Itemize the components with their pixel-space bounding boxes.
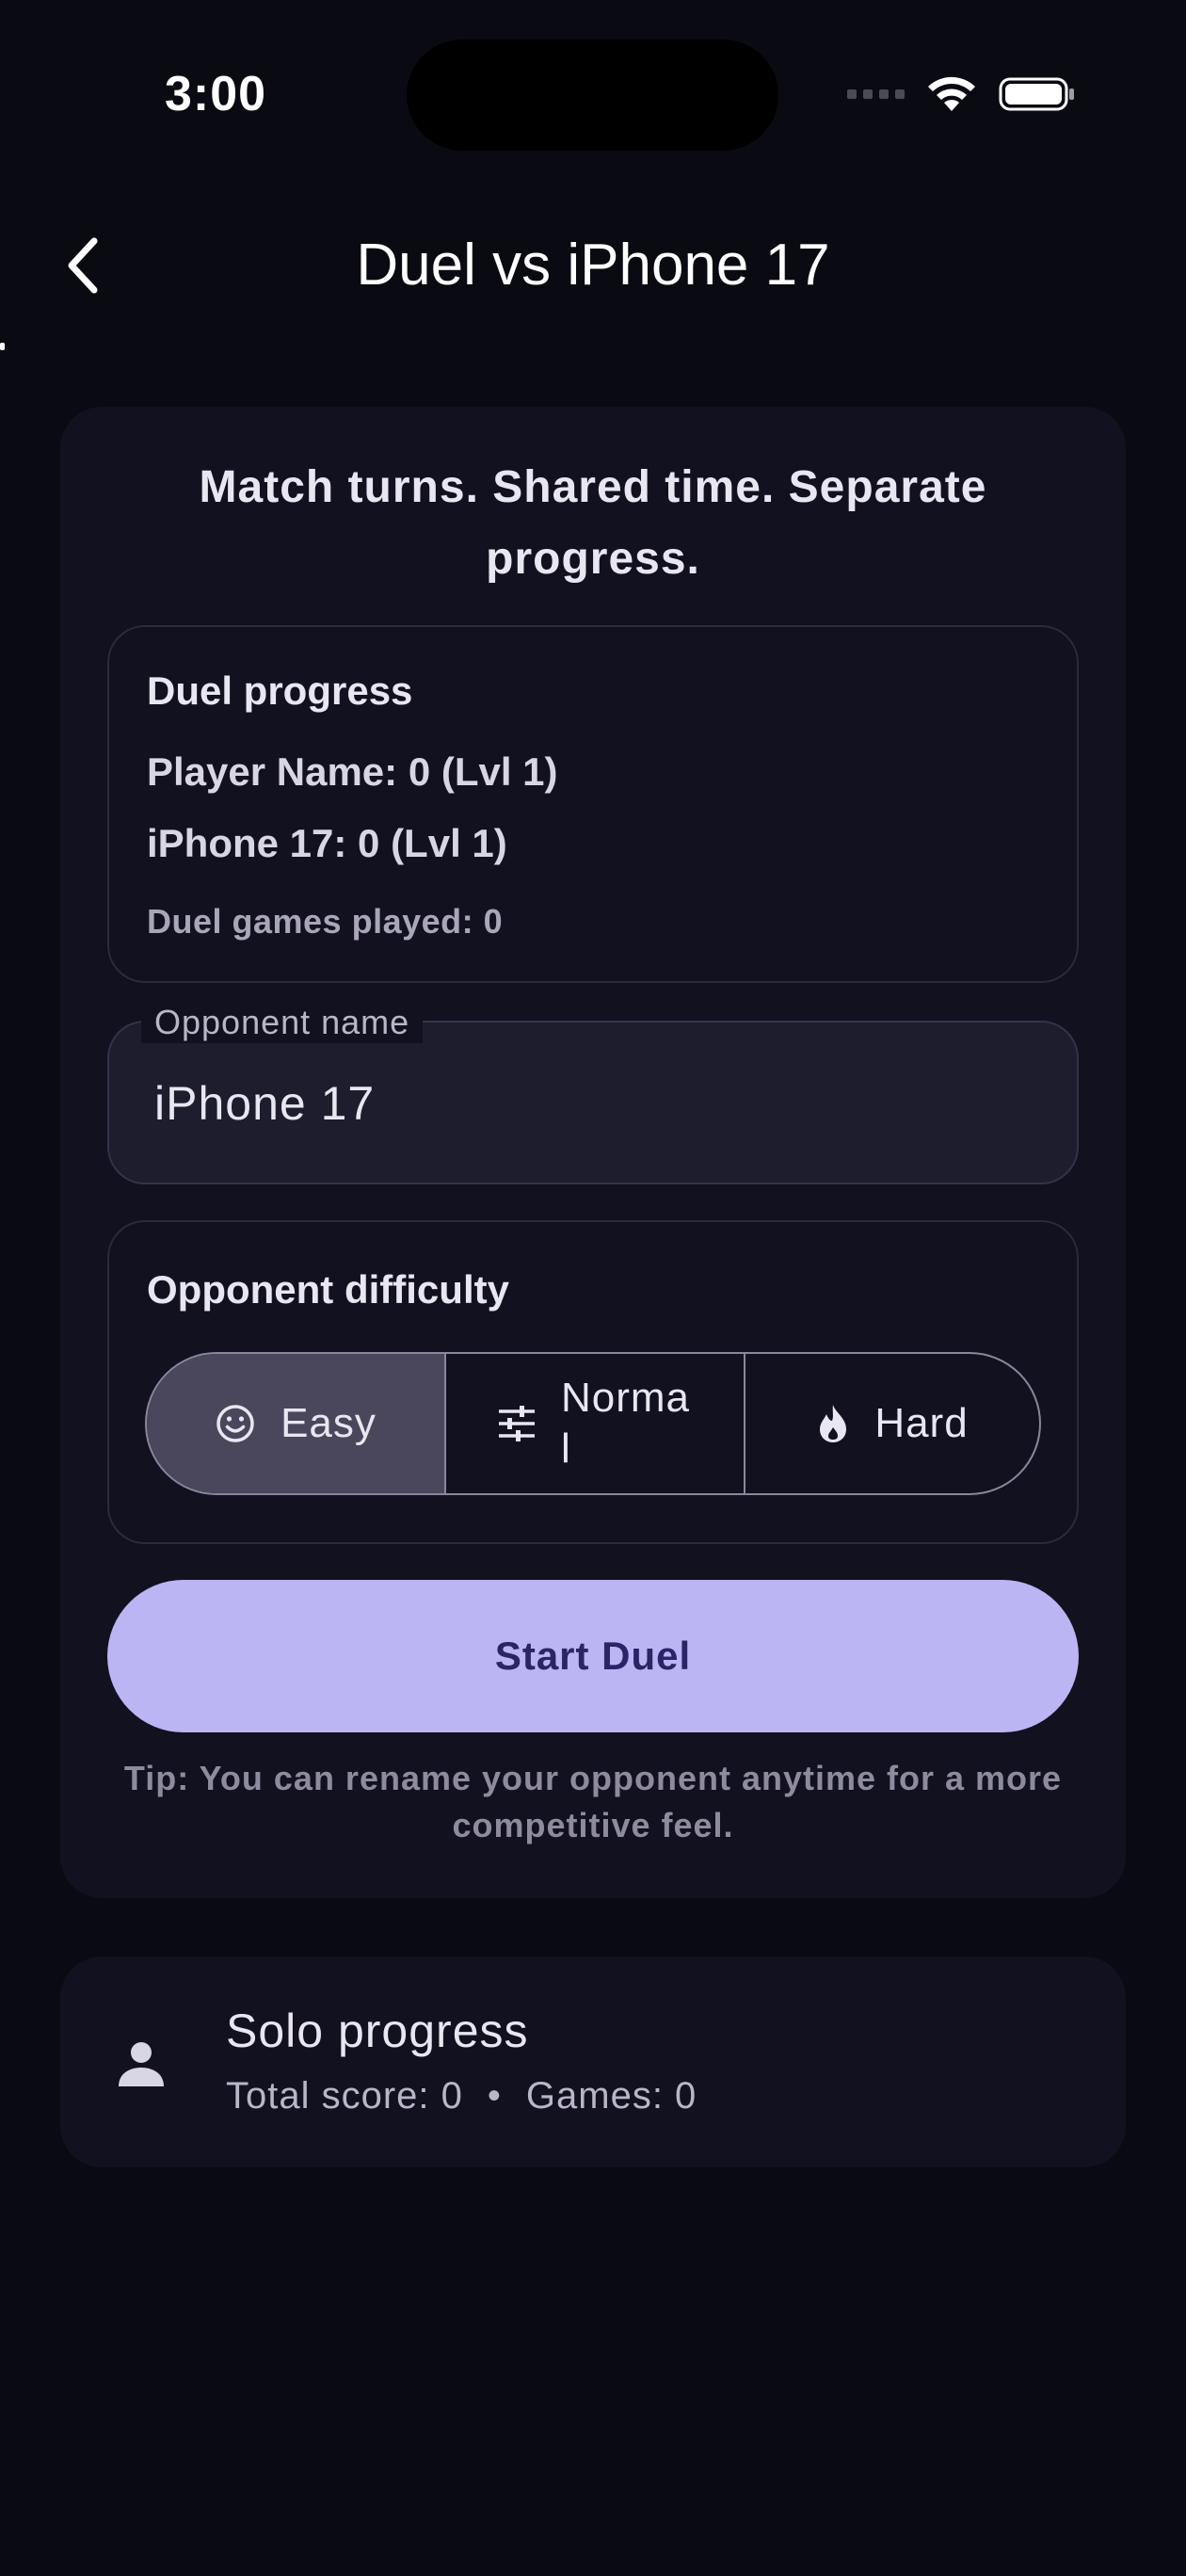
- solo-stats-separator: •: [487, 2075, 502, 2117]
- cellular-signal-icon: [847, 89, 905, 99]
- opponent-name-input[interactable]: [154, 1064, 1002, 1143]
- duel-games-played: Duel games played: 0: [147, 902, 504, 941]
- smiley-icon: [216, 1405, 254, 1442]
- card-headline: Match turns. Shared time. Separate progr…: [199, 462, 987, 584]
- difficulty-hard-label: Hard: [874, 1400, 969, 1446]
- solo-progress-card[interactable]: Solo progress Total score: 0 • Games: 0: [60, 1956, 1126, 2167]
- status-time: 3:00: [165, 67, 267, 121]
- page-title: Duel vs iPhone 17: [356, 233, 830, 298]
- dynamic-island: [407, 40, 778, 151]
- solo-total-score: Total score: 0: [226, 2075, 463, 2117]
- person-icon: [119, 2042, 164, 2086]
- difficulty-easy-label: Easy: [280, 1400, 377, 1446]
- solo-games: Games: 0: [525, 2075, 697, 2117]
- player-score: Player Name: 0 (Lvl 1): [147, 749, 558, 794]
- difficulty-normal-label: Normal: [561, 1375, 691, 1472]
- edge-indicator: [0, 343, 5, 350]
- duel-progress-heading: Duel progress: [147, 668, 413, 713]
- tune-icon: [499, 1406, 535, 1441]
- difficulty-heading: Opponent difficulty: [147, 1267, 509, 1312]
- solo-progress-title: Solo progress: [226, 2004, 529, 2057]
- flame-icon: [820, 1405, 847, 1442]
- difficulty-easy-option[interactable]: Easy: [147, 1354, 444, 1493]
- opponent-name-label: Opponent name: [141, 1002, 424, 1043]
- difficulty-hard-option[interactable]: Hard: [744, 1354, 1039, 1493]
- start-duel-button[interactable]: Start Duel: [107, 1580, 1079, 1732]
- solo-progress-stats: Total score: 0 • Games: 0: [226, 2075, 697, 2117]
- status-icons: [847, 68, 1076, 121]
- tip-text: Tip: You can rename your opponent anytim…: [123, 1759, 1063, 1844]
- difficulty-selector: Easy Normal Hard: [145, 1352, 1041, 1495]
- wifi-icon: [928, 76, 975, 111]
- difficulty-normal-option[interactable]: Normal: [444, 1354, 744, 1493]
- opponent-score: iPhone 17: 0 (Lvl 1): [147, 821, 507, 865]
- duel-screen: 3:00 Duel vs iPhone 17 Match turns. Shar…: [0, 0, 1186, 2576]
- duel-progress-panel: Duel progress Player Name: 0 (Lvl 1) iPh…: [107, 625, 1079, 983]
- battery-icon: [999, 77, 1074, 111]
